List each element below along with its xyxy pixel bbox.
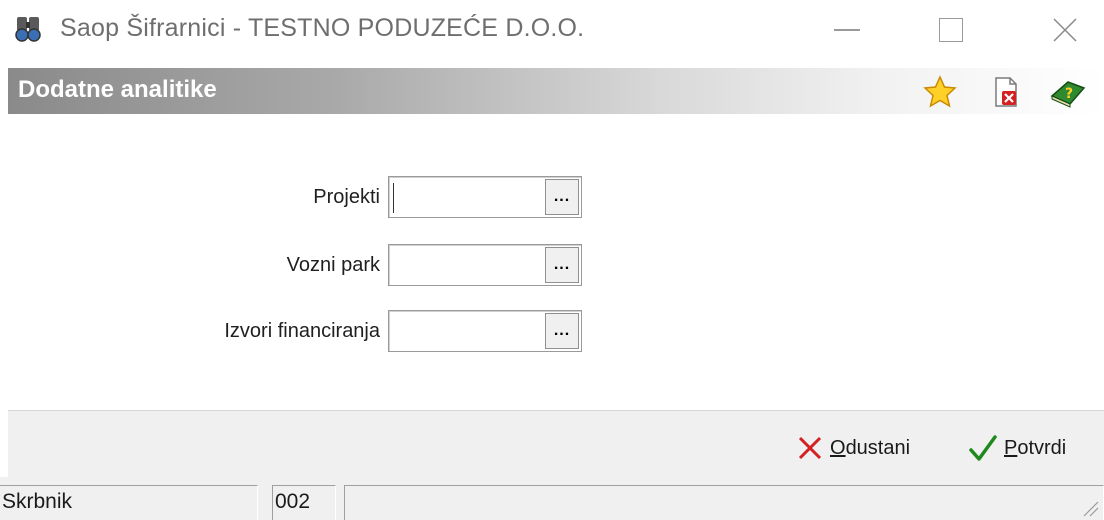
panel-title: Dodatne analitike xyxy=(18,76,217,103)
status-message xyxy=(344,485,1104,520)
vozni-park-lookup-button[interactable]: ... xyxy=(545,247,579,283)
cancel-label: Odustani xyxy=(830,436,911,459)
maximize-button[interactable] xyxy=(916,0,986,60)
field-row-projekti: Projekti ... xyxy=(8,174,1104,220)
binoculars-icon xyxy=(14,14,48,44)
delete-document-icon[interactable] xyxy=(988,74,1024,110)
close-button[interactable] xyxy=(1030,0,1100,60)
help-book-icon[interactable]: ? xyxy=(1048,74,1086,110)
projekti-lookup-button[interactable]: ... xyxy=(545,179,579,215)
minimize-icon xyxy=(834,29,860,31)
resize-grip-icon[interactable] xyxy=(1078,496,1100,518)
izvori-financiranja-field[interactable]: ... xyxy=(388,310,582,352)
action-bar: Odustani Potvrdi xyxy=(8,411,1104,477)
vozni-park-label: Vozni park xyxy=(286,254,380,276)
projekti-label: Projekti xyxy=(313,186,380,208)
status-code: 002 xyxy=(272,485,336,520)
projekti-field[interactable]: ... xyxy=(388,176,582,218)
izvori-financiranja-lookup-button[interactable]: ... xyxy=(545,313,579,349)
cancel-button[interactable]: Odustani xyxy=(796,433,910,463)
confirm-button[interactable]: Potvrdi xyxy=(968,433,1066,463)
confirm-label: Potvrdi xyxy=(1004,436,1067,459)
cancel-x-icon xyxy=(798,436,822,460)
vozni-park-input[interactable] xyxy=(393,249,541,281)
vozni-park-field[interactable]: ... xyxy=(388,244,582,286)
izvori-financiranja-label: Izvori financiranja xyxy=(224,320,380,342)
maximize-icon xyxy=(939,18,963,42)
status-user: Skrbnik xyxy=(0,485,258,520)
window-title: Saop Šifrarnici - TESTNO PODUZEĆE D.O.O. xyxy=(60,14,585,42)
svg-text:?: ? xyxy=(1065,86,1073,102)
form-area: Projekti ... Vozni park ... Izvori finan… xyxy=(8,118,1104,408)
field-row-vozni-park: Vozni park ... xyxy=(8,242,1104,288)
minimize-button[interactable] xyxy=(812,0,882,60)
panel-header: Dodatne analitike ? xyxy=(8,68,1104,114)
field-row-izvori-financiranja: Izvori financiranja ... xyxy=(8,308,1104,354)
window-titlebar: Saop Šifrarnici - TESTNO PODUZEĆE D.O.O. xyxy=(0,0,1104,62)
favorite-star-icon[interactable] xyxy=(922,74,958,110)
close-icon xyxy=(1053,18,1077,42)
checkmark-icon xyxy=(969,435,997,461)
izvori-financiranja-input[interactable] xyxy=(393,315,541,347)
status-bar: Skrbnik 002 xyxy=(0,477,1104,520)
projekti-input[interactable] xyxy=(393,181,541,213)
